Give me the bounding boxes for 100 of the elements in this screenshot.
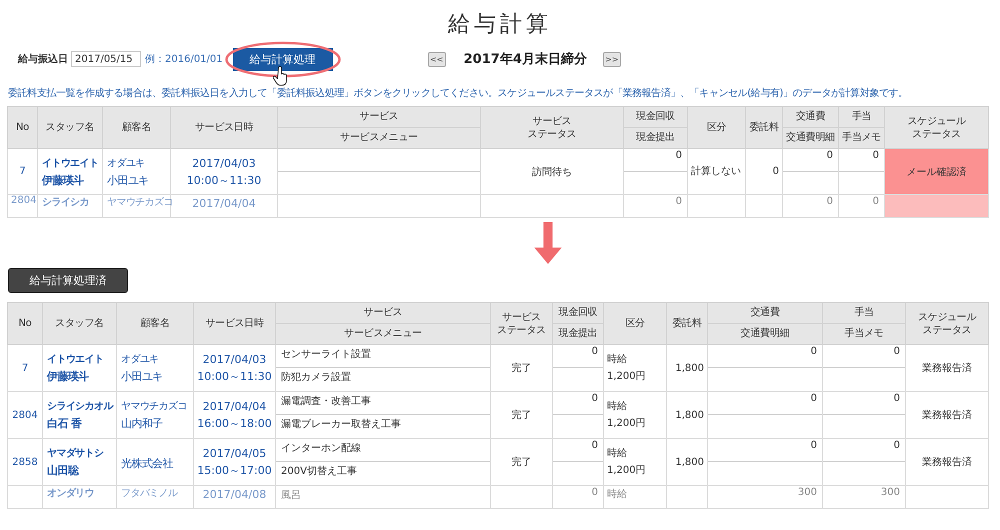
column-header: 区分: [604, 302, 666, 344]
column-header: サービス ステータス: [480, 106, 624, 148]
table-cell-text: 0: [872, 195, 880, 209]
table-cell: 1,800: [675, 456, 704, 468]
staff-kana-link[interactable]: イトウエイト: [47, 352, 114, 366]
table-cell-text: 300: [880, 486, 901, 500]
column-header: 手当メモ: [823, 323, 905, 344]
column-header: 交通費明細: [783, 127, 838, 148]
column-header: スケジュール ステータス: [906, 302, 988, 344]
column-header: 現金回収: [635, 110, 676, 124]
column-header: サービス: [362, 306, 404, 320]
customer-kana-link[interactable]: ヤマウチカズコ: [121, 399, 191, 413]
table-cell-text: 0: [590, 345, 599, 359]
column-header: 手当: [850, 110, 872, 124]
table-cell-text: 0: [590, 439, 599, 453]
column-header: 手当: [853, 306, 875, 320]
field-label: 給与振込日: [18, 52, 68, 66]
staff-name-link[interactable]: 伊藤瑛斗: [42, 172, 100, 188]
status-cell: 業務報告済: [906, 438, 988, 486]
staff-name-link[interactable]: 山田聡: [47, 463, 114, 478]
table-cell-text: 0: [826, 195, 834, 209]
table-cell: 時給: [607, 489, 627, 500]
table-cell: 1,800: [675, 410, 704, 420]
table-cell-text: 0: [590, 392, 599, 406]
column-header: 顧客名: [116, 302, 194, 344]
column-header: サービスメニュー: [276, 323, 490, 344]
column-header: スタッフ名: [42, 302, 116, 344]
table-cell: 漏電ブレーカー取替え工事: [276, 414, 490, 436]
table-cell: 200V切替え工事: [276, 461, 490, 483]
column-header: サービス: [358, 110, 400, 124]
page-title: 給与計算: [447, 11, 553, 39]
service-date-link[interactable]: 2017/04/03: [174, 154, 274, 172]
number-link[interactable]: 2858: [12, 456, 38, 468]
number-link[interactable]: 7: [22, 362, 28, 374]
table-cell-text: 漏電調査・改善工事: [280, 394, 372, 409]
service-time-link[interactable]: 16:00～18:00: [197, 415, 272, 432]
column-header: サービス日時: [170, 106, 278, 148]
table-cell-text: 0: [826, 149, 834, 163]
service-date-link[interactable]: 2017/04/03: [197, 351, 272, 368]
next-button[interactable]: >>: [602, 52, 621, 66]
customer-name-link[interactable]: 小田ユキ: [107, 172, 168, 188]
down-arrow-icon: [533, 222, 563, 264]
column-header: スタッフ名: [38, 106, 102, 148]
table-cell: 時給 1,200円: [607, 448, 646, 476]
table-cell-text: 0: [872, 149, 880, 163]
column-header: No: [8, 302, 42, 344]
period-label: 2017年4月末日締分: [464, 50, 587, 68]
table-cell: 1,800: [675, 362, 704, 374]
column-header: サービスメニュー: [278, 127, 480, 148]
table-cell: 時給 1,200円: [607, 354, 646, 382]
staff-kana-link[interactable]: ヤマダサトシ: [47, 446, 114, 460]
table-cell-text: 0: [810, 392, 818, 406]
table-cell: 防犯カメラ設置: [276, 367, 490, 389]
column-header: サービス日時: [194, 302, 276, 344]
column-header: スケジュール ステータス: [884, 106, 988, 148]
customer-kana-link[interactable]: オダユキ: [107, 156, 168, 170]
table-cell-text: 300: [796, 486, 818, 500]
table-cell-text: 0: [674, 149, 683, 163]
table-cell: 完了: [512, 363, 532, 374]
column-header: サービス ステータス: [490, 302, 552, 344]
column-header: 交通費: [749, 306, 781, 320]
table-cell-text: 0: [892, 392, 901, 406]
table-cell: 完了: [512, 457, 532, 468]
staff-kana-link[interactable]: シライシカオル: [47, 399, 114, 413]
table-cell-text: 0: [892, 439, 901, 453]
hint-text: 例：2016/01/01: [145, 53, 223, 66]
staff-name-link[interactable]: 白石 香: [47, 416, 114, 431]
customer-kana-link[interactable]: オダユキ: [121, 352, 191, 366]
column-header: 交通費明細: [708, 323, 822, 344]
service-time-link[interactable]: 10:00～11:30: [174, 172, 274, 188]
staff-kana-link[interactable]: イトウエイト: [42, 156, 100, 170]
column-header: 顧客名: [102, 106, 170, 148]
table-cell-text: 0: [810, 345, 818, 359]
column-header: 交通費: [794, 110, 826, 124]
service-date-link[interactable]: 2017/04/04: [197, 398, 272, 415]
customer-name-link[interactable]: 小田ユキ: [121, 369, 191, 384]
column-header: 現金提出: [624, 127, 687, 148]
table-cell: 計算しない: [691, 166, 741, 177]
table-cell-text: 0: [892, 345, 901, 359]
previous-button[interactable]: <<: [428, 52, 446, 66]
staff-name-link[interactable]: 伊藤瑛斗: [47, 369, 114, 384]
status-cell: 業務報告済: [906, 344, 988, 392]
number-link[interactable]: 2804: [12, 410, 38, 420]
status-cell: 業務報告済: [906, 392, 988, 438]
column-header: No: [8, 106, 38, 148]
service-time-link[interactable]: 15:00～17:00: [197, 462, 272, 479]
process-button[interactable]: 給与計算処理: [232, 48, 333, 70]
number-link[interactable]: 7: [19, 166, 26, 177]
notice-text: 委託料支払一覧を作成する場合は、委託料振込日を入力して「委託料振込処理」ボタンをクリックしてください。スケジュールステータスが「業務報告済」、「キャンセル(給与有)」のデータが計算対象です。: [8, 88, 909, 100]
service-date-link[interactable]: 2017/04/05: [197, 445, 272, 462]
column-header: 現金回収: [558, 306, 598, 320]
table-cell-text: インターホン配線: [280, 442, 362, 456]
processed-button[interactable]: 給与計算処理済: [8, 268, 128, 293]
column-header: 区分: [688, 106, 746, 148]
column-header: 手当メモ: [839, 127, 884, 148]
service-time-link[interactable]: 10:00～11:30: [197, 368, 272, 385]
date-field[interactable]: 2017/05/15: [71, 51, 141, 67]
column-header: 委託料: [666, 302, 708, 344]
customer-name-link[interactable]: 山内和子: [121, 416, 191, 431]
table-cell: 0: [772, 166, 779, 177]
